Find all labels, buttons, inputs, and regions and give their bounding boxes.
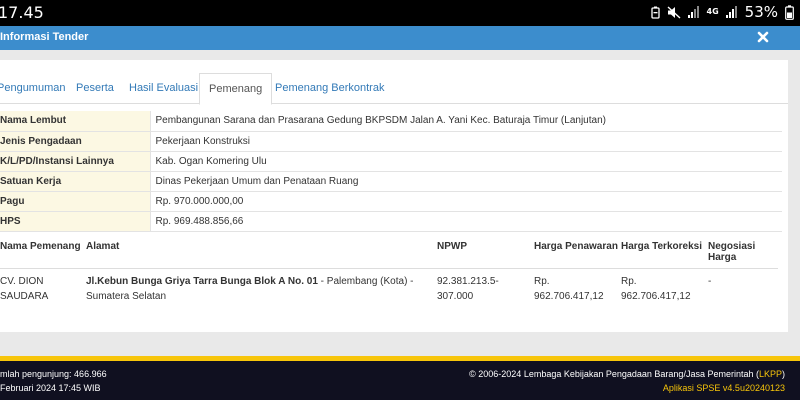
winner-harga-terkoreksi: Rp. 962.706.417,12	[621, 275, 691, 302]
info-value: Pekerjaan Konstruksi	[149, 131, 782, 152]
info-value: Pembangunan Sarana dan Prasarana Gedung …	[149, 111, 782, 132]
network-type: 4G	[706, 7, 719, 16]
info-row: Jenis Pengadaan Pekerjaan Konstruksi	[0, 131, 782, 152]
tab-pengumuman[interactable]: Pengumuman	[0, 73, 66, 104]
info-label: Nama Lembut	[0, 111, 150, 132]
winner-npwp: 92.381.213.5-307.000	[437, 275, 499, 302]
copyright: © 2006-2024 Lembaga Kebijakan Pengadaan …	[469, 369, 785, 379]
col-header-negosiasi: Negosiasi Harga	[708, 238, 778, 269]
close-icon[interactable]	[757, 31, 769, 43]
info-label: Pagu	[0, 191, 150, 212]
signal-icon-2	[725, 6, 738, 18]
modal-title: Informasi Tender	[0, 31, 89, 43]
content-panel: Pengumuman Peserta Hasil Evaluasi Pemena…	[0, 60, 788, 332]
info-row: HPS Rp. 969.488.856,66	[0, 211, 782, 232]
info-value: Rp. 969.488.856,66	[149, 211, 782, 232]
app-version: Aplikasi SPSE v4.5u20240123	[662, 383, 785, 393]
tab-hasil-evaluasi[interactable]: Hasil Evaluasi	[129, 73, 198, 104]
lkpp-link[interactable]: LKPP	[759, 369, 782, 379]
col-header-harga-penawaran: Harga Penawaran	[534, 238, 621, 269]
col-header-npwp: NPWP	[437, 238, 534, 269]
info-label: HPS	[0, 211, 150, 232]
tab-pemenang[interactable]: Pemenang	[199, 73, 273, 105]
close-button[interactable]	[757, 30, 769, 44]
winner-name: CV. DION SAUDARA	[0, 275, 49, 302]
status-bar: 17.45 4G 53%	[0, 0, 800, 26]
modal-header: Informasi Tender	[0, 26, 800, 50]
info-value: Rp. 970.000.000,00	[149, 191, 782, 212]
battery-saver-icon	[650, 6, 660, 19]
copyright-text: © 2006-2024 Lembaga Kebijakan Pengadaan …	[469, 369, 759, 379]
winner-harga-penawaran: Rp. 962.706.417,12	[534, 275, 604, 302]
info-label: Jenis Pengadaan	[0, 131, 150, 152]
table-row: CV. DION SAUDARA Jl.Kebun Bunga Griya Ta…	[0, 268, 778, 304]
tender-info-table: Nama Lembut Pembangunan Sarana dan Prasa…	[0, 111, 782, 232]
winner-address-street: Jl.Kebun Bunga Griya Tarra Bunga Blok A …	[86, 275, 318, 287]
battery-icon	[785, 4, 794, 20]
battery-percent: 53%	[744, 3, 778, 21]
visitor-count: mlah pengunjung: 466.966	[0, 369, 107, 379]
info-label: K/L/PD/Instansi Lainnya	[0, 151, 150, 172]
col-header-nama: Nama Pemenang	[0, 238, 86, 269]
signal-icon	[687, 6, 700, 18]
col-header-alamat: Alamat	[86, 238, 437, 269]
winner-negosiasi: -	[708, 275, 712, 287]
info-row: Pagu Rp. 970.000.000,00	[0, 191, 782, 212]
winner-address: Jl.Kebun Bunga Griya Tarra Bunga Blok A …	[86, 268, 437, 304]
footer-date: Februari 2024 17:45 WIB	[0, 383, 101, 393]
info-row: Satuan Kerja Dinas Pekerjaan Umum dan Pe…	[0, 171, 782, 192]
info-value: Dinas Pekerjaan Umum dan Penataan Ruang	[149, 171, 782, 192]
col-header-harga-terkoreksi: Harga Terkoreksi	[621, 238, 708, 269]
tab-bar: Pengumuman Peserta Hasil Evaluasi Pemena…	[0, 73, 788, 105]
info-row: Nama Lembut Pembangunan Sarana dan Prasa…	[0, 111, 782, 132]
tab-peserta[interactable]: Peserta	[76, 73, 114, 104]
status-time: 17.45	[0, 3, 44, 22]
winner-table: Nama Pemenang Alamat NPWP Harga Penawara…	[0, 238, 778, 304]
status-icons: 4G 53%	[650, 3, 794, 21]
winner-header-row: Nama Pemenang Alamat NPWP Harga Penawara…	[0, 238, 778, 269]
footer: mlah pengunjung: 466.966 Februari 2024 1…	[0, 361, 800, 400]
tab-pemenang-berkontrak[interactable]: Pemenang Berkontrak	[275, 73, 384, 104]
info-value: Kab. Ogan Komering Ulu	[149, 151, 782, 172]
mute-icon	[667, 5, 681, 19]
info-row: K/L/PD/Instansi Lainnya Kab. Ogan Komeri…	[0, 151, 782, 172]
copyright-end: )	[782, 369, 785, 379]
info-label: Satuan Kerja	[0, 171, 150, 192]
